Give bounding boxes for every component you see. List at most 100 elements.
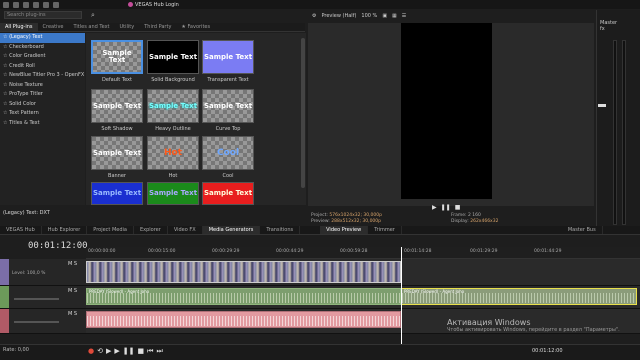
pause-icon[interactable]: ❚❚ — [441, 204, 451, 211]
preset-thumb[interactable]: Cool — [202, 136, 254, 170]
preset-thumb[interactable]: Sample Text — [91, 89, 143, 123]
settings-icon[interactable]: ⚙ — [312, 13, 316, 19]
list-item[interactable]: ☆ (Legacy) Text — [0, 33, 85, 43]
list-item[interactable]: ☆ NewBlue Titler Pro 3 - OpenFX — [0, 71, 85, 81]
preset-thumb[interactable]: Sample Text — [202, 182, 254, 205]
zoom-select[interactable]: 100 % — [361, 13, 377, 19]
preview-value: 288x512x32; 30,000p — [331, 219, 382, 224]
tab-titles-and-text[interactable]: Titles and Text — [68, 23, 114, 31]
audio-track-header[interactable]: M S — [0, 309, 86, 334]
list-item[interactable]: ☆ Text Pattern — [0, 109, 85, 119]
mute-solo-buttons[interactable]: M S — [68, 311, 77, 317]
timeline-ruler[interactable]: 00:00:00:00 00:00:15:00 00:00:29:29 00:0… — [86, 247, 640, 259]
tab-video-preview[interactable]: Video Preview — [320, 226, 369, 234]
preset-thumb[interactable]: Sample Text — [147, 89, 199, 123]
new-icon[interactable] — [3, 1, 9, 8]
tab-creative[interactable]: Creative — [38, 23, 69, 31]
list-item[interactable]: ☆ Titles & Text — [0, 119, 85, 129]
preset-sample-text: Sample Text — [148, 101, 198, 110]
plugin-search-input[interactable]: Search plug-ins — [4, 11, 82, 19]
list-item[interactable]: ☆ Color Gradient — [0, 52, 85, 62]
stop-icon[interactable]: ■ — [455, 204, 461, 211]
redo-icon[interactable] — [53, 1, 59, 8]
audio-clip[interactable]: PREDAY (Slowed) - Agent Joho — [401, 288, 637, 305]
loop-icon[interactable]: ⟲ — [97, 347, 103, 356]
preset-sample-text: Sample Text — [148, 52, 198, 61]
preset-thumb[interactable]: Sample Text — [147, 182, 199, 205]
undo-icon[interactable] — [43, 1, 49, 8]
list-item[interactable]: ☆ Noise Texture — [0, 81, 85, 91]
tab-favorites[interactable]: ★ Favorites — [176, 23, 215, 31]
open-icon[interactable] — [13, 1, 19, 8]
tab-trimmer[interactable]: Trimmer — [368, 226, 402, 234]
preset-thumb[interactable]: Sample Text — [202, 40, 254, 74]
save-icon[interactable] — [23, 1, 29, 8]
pause-icon[interactable]: ❚❚ — [123, 347, 135, 356]
volume-slider[interactable] — [14, 321, 59, 323]
tab-all-plugins[interactable]: All Plug-ins — [0, 23, 38, 31]
preset-label: Solid Background — [151, 77, 195, 83]
mute-solo-buttons[interactable]: M S — [68, 261, 77, 267]
timecode-display: 00:01:12:00 — [28, 241, 88, 251]
waveform — [87, 293, 400, 303]
preview-mode-select[interactable]: Preview (Half) — [321, 13, 356, 19]
video-track-header[interactable]: M S Level: 100,0 % — [0, 259, 86, 286]
overlay-icon[interactable]: ▦ — [392, 13, 397, 19]
record-icon[interactable]: ● — [88, 347, 94, 356]
tab-hub-explorer[interactable]: Hub Explorer — [42, 226, 88, 234]
go-end-icon[interactable]: ⏭ — [156, 347, 162, 356]
volume-slider[interactable] — [14, 298, 59, 300]
mute-solo-buttons[interactable]: M S — [68, 288, 77, 294]
tab-video-fx[interactable]: Video FX — [168, 226, 203, 234]
ruler-tick: 00:01:44:29 — [534, 249, 562, 254]
hub-login-button[interactable]: VEGAS Hub Login — [128, 0, 179, 9]
tab-explorer[interactable]: Explorer — [134, 226, 168, 234]
tab-project-media[interactable]: Project Media — [87, 226, 134, 234]
preset-scrollbar[interactable] — [301, 38, 305, 188]
preset-thumb[interactable]: Hot — [147, 136, 199, 170]
tab-vegas-hub[interactable]: VEGAS Hub — [0, 226, 42, 234]
list-item[interactable]: ☆ ProType Titler — [0, 90, 85, 100]
preset-sample-text: Cool — [216, 147, 240, 158]
search-icon[interactable]: ⌕ — [91, 11, 99, 19]
tab-transitions[interactable]: Transitions — [260, 226, 301, 234]
frame-label: Frame: — [451, 213, 467, 218]
audio-clip[interactable] — [86, 311, 401, 328]
preset-thumb[interactable]: Sample Text — [202, 89, 254, 123]
ruler-tick: 00:01:29:29 — [470, 249, 498, 254]
track-color — [0, 309, 9, 333]
play-from-start-icon[interactable]: ▶ — [106, 347, 111, 356]
timeline-cursor[interactable] — [401, 247, 402, 344]
stop-icon[interactable]: ■ — [138, 347, 145, 356]
preset-label: Transparent Text — [207, 77, 249, 83]
go-start-icon[interactable]: ⏮ — [147, 347, 153, 356]
play-icon[interactable]: ▶ — [432, 204, 437, 211]
render-icon[interactable] — [33, 1, 39, 8]
play-icon[interactable]: ▶ — [114, 347, 119, 356]
tab-media-generators[interactable]: Media Generators — [202, 226, 261, 234]
preset-thumb[interactable]: Sample Text — [147, 40, 199, 74]
plugin-tabs: All Plug-ins Creative Titles and Text Ut… — [0, 23, 305, 32]
preset-thumb[interactable]: Sample Text — [91, 182, 143, 205]
list-item[interactable]: ☆ Solid Color — [0, 100, 85, 110]
tab-master-bus[interactable]: Master Bus — [562, 226, 603, 234]
master-bus: Master fx — [596, 10, 640, 230]
bottom-timecode: 00:01:12:00 — [532, 348, 563, 354]
master-fader[interactable] — [598, 104, 606, 107]
snapshot-icon[interactable]: ▣ — [382, 13, 387, 19]
video-track — [86, 259, 640, 286]
preset-label: Cool — [222, 173, 234, 179]
tab-utility[interactable]: Utility — [115, 23, 140, 31]
video-clip[interactable] — [86, 261, 401, 283]
list-item[interactable]: ☆ Credit Roll — [0, 62, 85, 72]
list-item[interactable]: ☆ Checkerboard — [0, 43, 85, 53]
preset-thumb[interactable]: Sample Text — [91, 136, 143, 170]
audio-clip[interactable]: PREDAY (Slowed) - Agent Joho — [86, 288, 401, 305]
audio-track-header[interactable]: M S — [0, 286, 86, 309]
preset-thumb[interactable]: Sample Text — [91, 40, 143, 74]
preset-sample-text: Sample Text — [92, 101, 142, 110]
preset-sample-text: Sample Text — [92, 189, 142, 197]
master-fx-label[interactable]: fx — [597, 26, 640, 32]
menu-icon[interactable]: ☰ — [402, 13, 406, 19]
tab-third-party[interactable]: Third Party — [139, 23, 176, 31]
